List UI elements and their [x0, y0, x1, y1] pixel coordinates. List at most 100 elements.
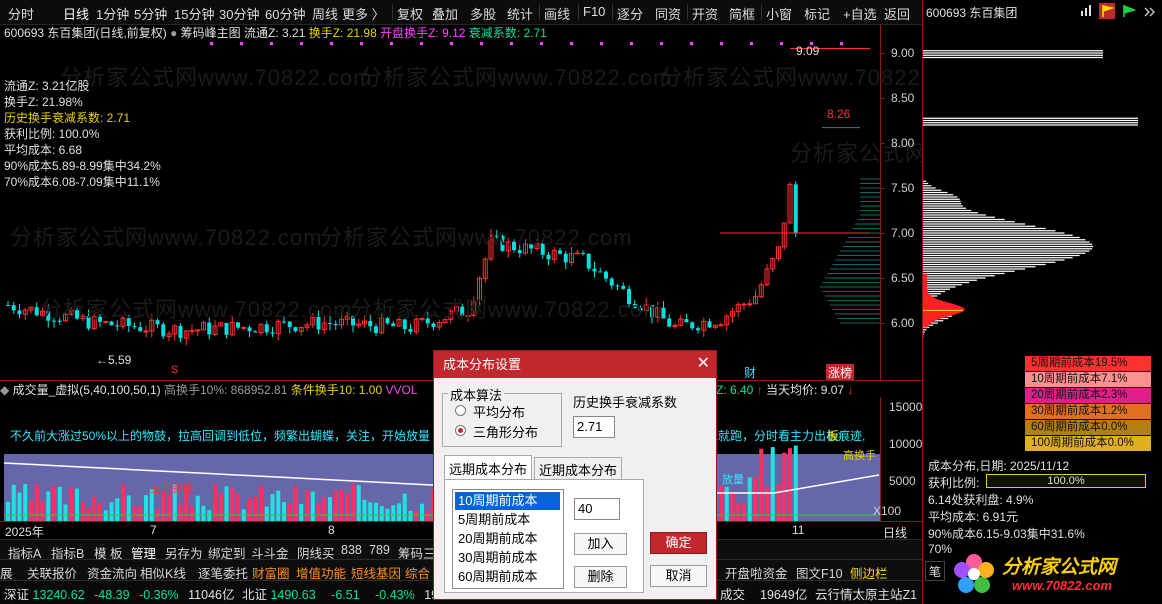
menu-item-5[interactable]: 30分钟: [219, 4, 259, 23]
candle-body: [684, 319, 689, 323]
marker-dot: [210, 42, 213, 45]
volume-bar: [333, 490, 338, 521]
delete-button[interactable]: 删除: [574, 566, 627, 588]
menu-item-4[interactable]: 15分钟: [174, 4, 214, 23]
add-button[interactable]: 加入: [574, 533, 627, 555]
menu-item-10[interactable]: 叠加: [432, 4, 458, 23]
cost-info-panel: 流通Z: 3.21亿股 换手Z: 21.98% 历史换手衰减系数: 2.71 获利比例…: [4, 78, 161, 190]
volume-bar: [207, 510, 212, 521]
cancel-button[interactable]: 取消: [650, 565, 707, 587]
side-button[interactable]: 笔: [925, 561, 945, 581]
menu-item-19[interactable]: 小窗: [766, 4, 792, 23]
open-turnover-label: 开盘换手Z: 9.12: [380, 26, 466, 40]
more-options-icon[interactable]: [1143, 6, 1155, 18]
menu-item-12[interactable]: 统计: [507, 4, 533, 23]
cost-70: 70%: [928, 542, 953, 556]
profit-ratio-bar: 100.0%: [986, 474, 1146, 488]
marker-dot: [570, 42, 573, 45]
menu-item-3[interactable]: 5分钟: [134, 4, 167, 23]
recent-cost-area: [923, 273, 965, 328]
sz-index-label[interactable]: 深证: [4, 588, 29, 602]
volume-bar: [195, 495, 200, 521]
menu-item-21[interactable]: +自选: [843, 4, 877, 23]
candle-body: [696, 328, 700, 331]
low-price-label: 5.59: [108, 353, 132, 367]
bz-index-label[interactable]: 北证: [242, 588, 267, 602]
volume-bar: [420, 503, 424, 521]
volume-bar: [753, 477, 758, 521]
right-panel-title: 600693 东百集团: [926, 6, 1018, 20]
dialog-title: 成本分布设置: [443, 357, 522, 372]
menu-item-16[interactable]: 同资: [655, 4, 681, 23]
volume-bar: [167, 494, 171, 521]
cost-legend-item: 5周期前成本19.5%: [1025, 356, 1151, 371]
candle-body: [138, 327, 143, 332]
menu-item-15[interactable]: 逐分: [617, 4, 643, 23]
menu-item-0[interactable]: 分时: [8, 4, 34, 23]
volume-bar: [126, 495, 131, 521]
period-listbox[interactable]: 10周期前成本 5周期前成本 20周期前成本 30周期前成本 60周期前成本: [452, 489, 564, 589]
marker-dot: [510, 42, 513, 45]
candle-body: [741, 303, 747, 306]
menu-item-11[interactable]: 多股: [470, 4, 496, 23]
radio-avg-label[interactable]: 平均分布: [473, 402, 525, 421]
board-label: 板: [827, 429, 840, 443]
volume-bar: [782, 452, 787, 521]
period-list-item[interactable]: 30周期前成本: [455, 549, 560, 567]
stock-code-name: 600693 东百集团(日线,前复权): [4, 26, 167, 40]
menu-item-9[interactable]: 复权: [397, 4, 423, 23]
radio-avg[interactable]: [455, 405, 466, 416]
tab-far-label[interactable]: 远期成本分布: [449, 459, 527, 478]
menu-item-17[interactable]: 开资: [692, 4, 718, 23]
ok-button[interactable]: 确定: [650, 532, 707, 554]
high-turnover-tag: 高换手: [843, 450, 876, 462]
menu-item-8[interactable]: 更多 〉: [342, 4, 385, 23]
menu-item-6[interactable]: 60分钟: [265, 4, 305, 23]
period-input[interactable]: 40: [574, 498, 620, 520]
period-list-item[interactable]: 5周期前成本: [455, 511, 560, 529]
menu-item-20[interactable]: 标记: [804, 4, 830, 23]
candle-body: [747, 303, 753, 306]
volume-bar: [75, 488, 79, 521]
volume-bar: [793, 445, 798, 521]
logo-url: www.70822.com: [1012, 578, 1112, 593]
green-flag-icon[interactable]: [1121, 3, 1137, 19]
radio-triangle[interactable]: [455, 425, 466, 436]
marker-dot: [330, 42, 333, 45]
tab-near-label[interactable]: 近期成本分布: [539, 460, 617, 479]
period-toolbar: 分时 日线 1分钟 5分钟 15分钟 30分钟 60分钟 周线 更多 〉复权 叠加 多股 统计 画线 F1…: [0, 0, 922, 25]
menu-item-2[interactable]: 1分钟: [96, 4, 129, 23]
indicator-name[interactable]: 筹码峰主图: [181, 26, 241, 40]
signal-icon[interactable]: [1081, 4, 1091, 16]
period-list-item[interactable]: 10周期前成本: [455, 492, 560, 510]
indicator-tab[interactable]: 789: [369, 543, 390, 557]
flag-icon[interactable]: [1099, 3, 1115, 19]
server-name[interactable]: 云行情太原主站Z1: [815, 584, 917, 603]
menu-item-14[interactable]: F10: [583, 4, 605, 19]
period-list-item[interactable]: 20周期前成本: [455, 530, 560, 548]
candle-body: [178, 325, 183, 339]
volume-tip-right: 能就跑，分时看主力出板痕迹,: [706, 429, 866, 443]
dialog-titlebar[interactable]: 成本分布设置: [434, 351, 716, 378]
menu-item-13[interactable]: 画线: [544, 4, 570, 23]
indicator-dot-icon[interactable]: ●: [170, 26, 181, 40]
menu-item-22[interactable]: 返回: [884, 4, 910, 23]
vvol-label: VVOL: [385, 383, 418, 397]
indicator-tab[interactable]: 838: [341, 543, 362, 557]
menu-item-18[interactable]: 简框: [729, 4, 755, 23]
volume-tick: X100: [873, 504, 902, 518]
volume-indicator-name[interactable]: 成交量_虚拟(5,40,100,50,1): [13, 383, 161, 397]
volume-bar: [132, 506, 137, 521]
finance-marker[interactable]: 财: [744, 364, 756, 381]
limit-up-marker[interactable]: 涨榜: [826, 364, 855, 381]
radio-triangle-label[interactable]: 三角形分布: [473, 422, 538, 441]
period-list-item[interactable]: 60周期前成本: [455, 568, 560, 586]
close-icon[interactable]: ✕: [697, 353, 710, 373]
chip-distribution-chart[interactable]: [923, 24, 1161, 354]
menu-item-1[interactable]: 日线: [63, 4, 89, 23]
menu-item-7[interactable]: 周线: [312, 4, 338, 23]
decay-input[interactable]: 2.71: [573, 416, 615, 438]
cost-legend-item: 60周期前成本0.0%: [1025, 420, 1151, 435]
decay-label: 衰减系数: 2.71: [468, 26, 547, 40]
volume-bar: [287, 504, 292, 521]
